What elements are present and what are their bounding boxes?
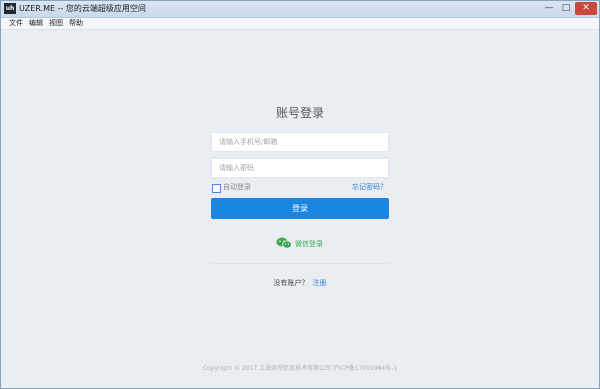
login-heading: 账号登录 [275, 106, 324, 120]
forgot-password-link[interactable]: 忘记密码？ [352, 182, 387, 192]
menu-help[interactable]: 帮助 [69, 18, 83, 29]
menu-file[interactable]: 文件 [9, 18, 23, 29]
window-title: UZER.ME -- 您的云端超级应用空间 [19, 4, 146, 13]
menu-edit[interactable]: 编辑 [29, 18, 43, 29]
app-logo-icon: uh [4, 3, 16, 14]
wechat-icon [276, 234, 292, 253]
wechat-login-label: 微信登录 [295, 239, 323, 248]
title-bar[interactable]: uh UZER.ME -- 您的云端超级应用空间 — □ ✕ [1, 1, 599, 18]
login-button[interactable]: 登录 [211, 198, 389, 219]
window-controls: — □ ✕ [541, 2, 597, 15]
wechat-login-button[interactable]: 微信登录 [276, 234, 323, 253]
divider [211, 263, 389, 264]
app-window: uh UZER.ME -- 您的云端超级应用空间 — □ ✕ 文件 编辑 视图 … [0, 0, 600, 389]
minimize-button[interactable]: — [541, 2, 557, 15]
auto-login-label: 自动登录 [223, 183, 251, 191]
password-input[interactable] [211, 158, 389, 178]
auto-login-checkbox[interactable] [212, 184, 221, 193]
account-input[interactable] [211, 132, 389, 152]
copyright-footer: Copyright © 2017 上海派视信息技术有限公司 沪ICP备17005… [202, 365, 398, 372]
menu-bar: 文件 编辑 视图 帮助 [1, 18, 599, 30]
maximize-button[interactable]: □ [558, 2, 574, 15]
no-account-text: 没有账户？ [273, 279, 309, 287]
register-link[interactable]: 注册 [313, 279, 327, 287]
register-row: 没有账户？ 注册 [1, 278, 599, 288]
menu-view[interactable]: 视图 [49, 18, 63, 29]
close-button[interactable]: ✕ [575, 2, 597, 15]
